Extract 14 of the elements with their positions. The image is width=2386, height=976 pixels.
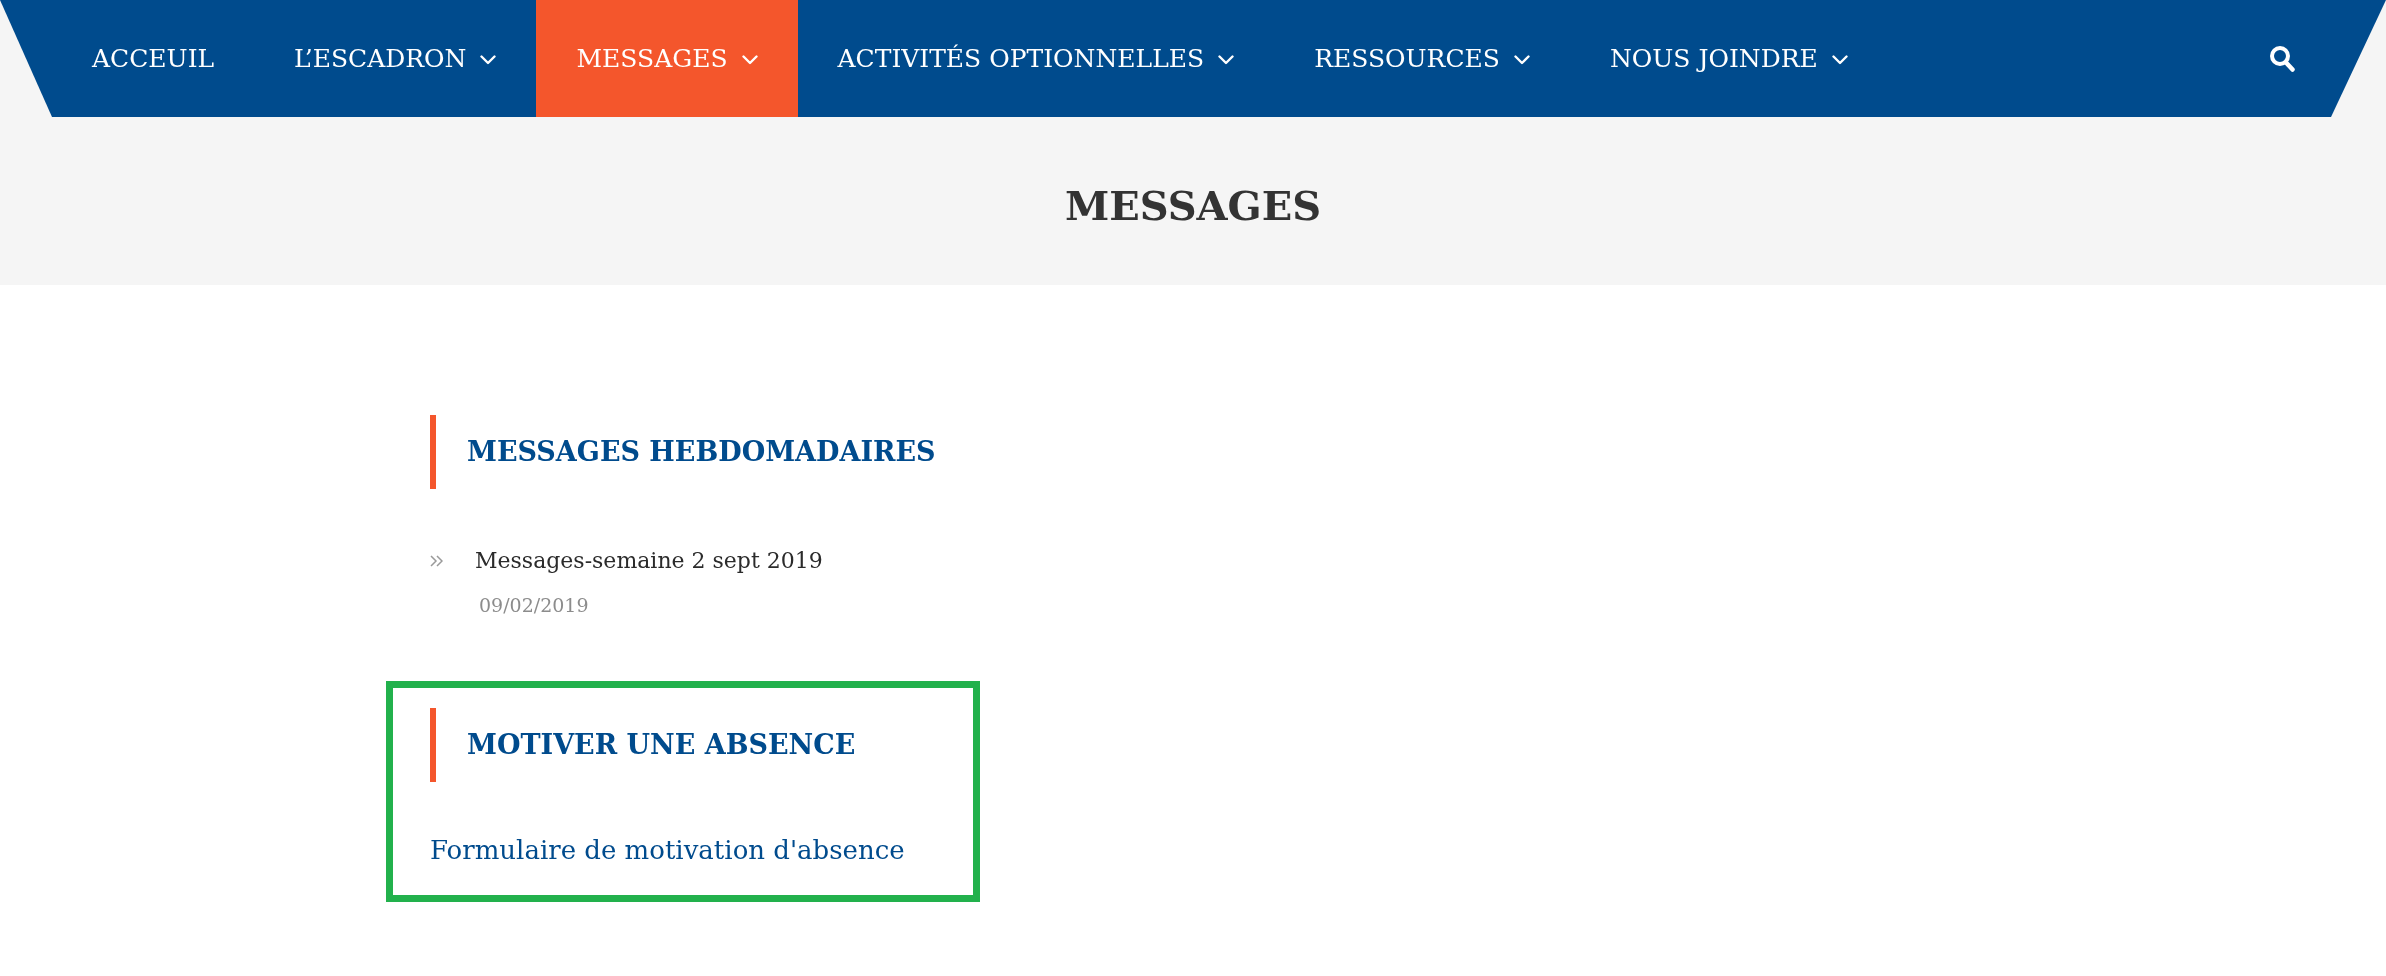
double-chevron-icon <box>430 555 443 568</box>
nav-menu-item[interactable]: RESSOURCES <box>1274 0 1570 117</box>
nav-menu-item[interactable]: NOUS JOINDRE <box>1569 0 1888 117</box>
post-link[interactable]: Messages-semaine 2 sept 2019 <box>475 547 823 576</box>
search-icon <box>2269 45 2295 72</box>
post-date: 09/02/2019 <box>479 593 589 618</box>
section-heading: MESSAGES HEBDOMADAIRES <box>467 435 936 469</box>
section-heading: MOTIVER UNE ABSENCE <box>467 729 856 762</box>
nav-menu-item[interactable]: ACTIVITÉS OPTIONNELLES <box>797 0 1275 117</box>
form-link[interactable]: Formulaire de motivation d'absence <box>430 835 905 866</box>
nav-menu-item[interactable]: L’ESCADRON <box>254 0 537 117</box>
page-title: MESSAGES <box>1064 182 1322 230</box>
search-button[interactable] <box>2269 45 2295 72</box>
nav-menu-item[interactable]: ACCEUIL <box>52 0 255 117</box>
